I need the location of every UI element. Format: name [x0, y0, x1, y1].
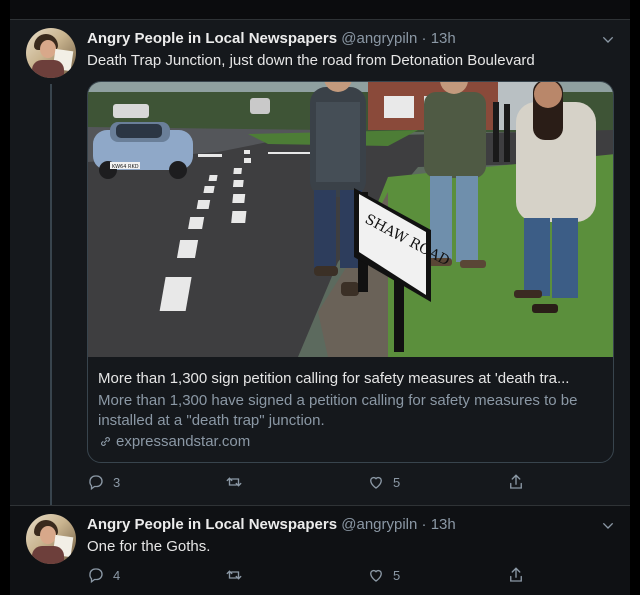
tweet-header: Angry People in Local Newspapers @angryp… [87, 516, 456, 533]
timestamp[interactable]: 13h [431, 516, 456, 533]
card-title[interactable]: More than 1,300 sign petition calling fo… [98, 370, 606, 387]
reply-button[interactable]: 4 [87, 566, 120, 584]
share-icon [510, 474, 522, 489]
retweet-icon [226, 477, 242, 487]
top-edge [10, 0, 630, 20]
reply-count: 4 [113, 567, 121, 583]
tweet[interactable]: Angry People in Local Newspapers @angryp… [10, 20, 630, 505]
card-photo[interactable]: KW64 RKD SHAW ROAD [88, 82, 613, 357]
retweet-button[interactable] [225, 566, 251, 584]
like-button[interactable]: 5 [367, 473, 400, 491]
author-handle[interactable]: @angrypiln [341, 516, 417, 533]
reply-icon [89, 475, 103, 491]
car-plate: KW64 RKD [112, 164, 139, 170]
retweet-icon [226, 570, 242, 580]
avatar-body [32, 546, 64, 564]
tweet-header: Angry People in Local Newspapers @angryp… [87, 30, 456, 47]
card-domain[interactable]: expressandstar.com [98, 433, 250, 450]
tweet-text: Death Trap Junction, just down the road … [87, 52, 535, 69]
timestamp[interactable]: 13h [431, 30, 456, 47]
reply-count: 3 [113, 474, 121, 490]
avatar-body [32, 60, 64, 78]
card-domain-text: expressandstar.com [116, 433, 251, 450]
share-button[interactable] [507, 473, 525, 491]
separator: · [421, 516, 427, 533]
like-count: 5 [393, 567, 401, 583]
tweet-text: One for the Goths. [87, 538, 211, 555]
like-button[interactable]: 5 [367, 566, 400, 584]
tweet-actions: 4 5 [87, 566, 557, 588]
avatar[interactable] [26, 28, 76, 78]
retweet-button[interactable] [225, 473, 251, 491]
author-name[interactable]: Angry People in Local Newspapers [87, 30, 337, 47]
chevron-down-icon[interactable] [600, 32, 616, 48]
share-button[interactable] [507, 566, 525, 584]
tweet-actions: 3 5 [87, 473, 557, 495]
chevron-down-icon[interactable] [600, 518, 616, 534]
card-description: More than 1,300 have signed a petition c… [98, 392, 578, 429]
avatar[interactable] [26, 514, 76, 564]
news-photo-illustration: KW64 RKD SHAW ROAD [88, 82, 613, 357]
reply-button[interactable]: 3 [87, 473, 120, 491]
like-icon [370, 476, 382, 489]
link-card[interactable]: KW64 RKD SHAW ROAD More than 1,300 sign … [87, 81, 614, 463]
like-count: 5 [393, 474, 401, 490]
thread-line [50, 84, 52, 505]
separator: · [421, 30, 427, 47]
like-icon [370, 569, 382, 582]
author-name[interactable]: Angry People in Local Newspapers [87, 516, 337, 533]
link-icon [101, 437, 110, 446]
reply-icon [89, 568, 103, 584]
tweet[interactable]: Angry People in Local Newspapers @angryp… [10, 505, 630, 595]
share-icon [510, 567, 522, 582]
author-handle[interactable]: @angrypiln [341, 30, 417, 47]
